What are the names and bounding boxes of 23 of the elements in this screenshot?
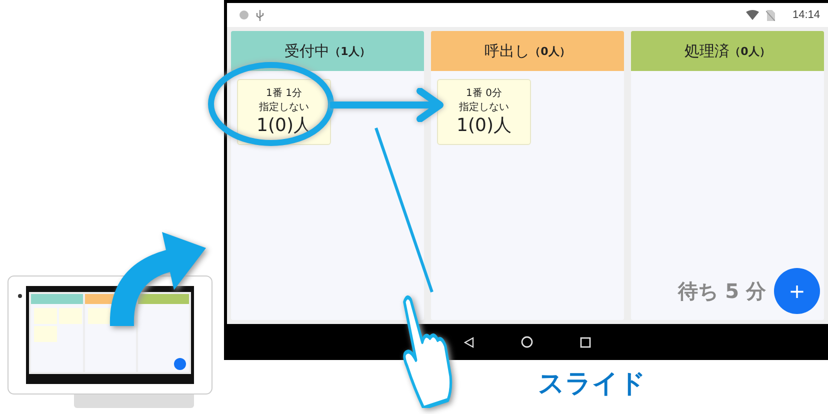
sim-icon bbox=[766, 10, 776, 20]
wifi-icon bbox=[746, 10, 760, 20]
back-icon[interactable] bbox=[464, 336, 474, 348]
column-title: 受付中 bbox=[284, 42, 330, 60]
slide-caption: スライド bbox=[538, 368, 646, 401]
add-button[interactable]: + bbox=[774, 268, 820, 314]
wait-time: 待ち 5 分 bbox=[678, 278, 766, 304]
column-title: 呼出し bbox=[484, 42, 530, 60]
usb-icon bbox=[256, 10, 264, 20]
dot-icon bbox=[239, 10, 249, 20]
home-icon[interactable] bbox=[521, 336, 533, 348]
ticket-card[interactable]: 1番 0分 指定しない 1(0)人 bbox=[437, 79, 531, 145]
recents-icon[interactable] bbox=[580, 336, 591, 348]
column-count: （1人） bbox=[330, 44, 370, 58]
ticket-number: 1番 0分 bbox=[466, 87, 502, 101]
column-count: （0人） bbox=[530, 44, 570, 58]
staff-label: 指定しない bbox=[459, 101, 509, 115]
column-count: （0人） bbox=[730, 44, 770, 58]
ticket-number: 1番 1分 bbox=[266, 87, 302, 101]
staff-label: 指定しない bbox=[259, 101, 309, 115]
clock-time: 14:14 bbox=[792, 9, 820, 21]
column-title: 処理済 bbox=[684, 42, 730, 60]
people-count: 1(0)人 bbox=[456, 115, 512, 137]
